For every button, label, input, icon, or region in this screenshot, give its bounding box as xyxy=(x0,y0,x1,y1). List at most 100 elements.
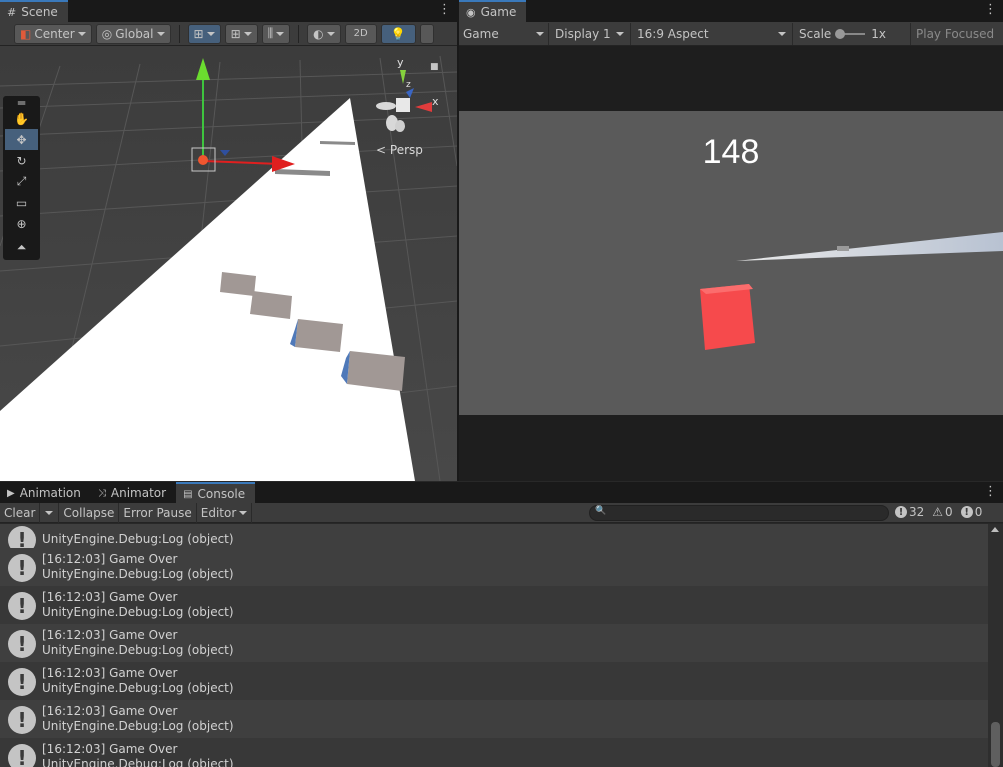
clear-button[interactable]: Clear xyxy=(0,502,41,523)
log-line1: [16:12:03] Game Over xyxy=(42,704,178,718)
log-entry-partial[interactable]: ! UnityEngine.Debug:Log (object) xyxy=(0,524,988,548)
scene-view[interactable]: ═ ✋ ✥ ↻ ⤢ ▭ ⊕ ⏶ y z x ■ < Persp xyxy=(0,46,457,481)
log-line1: [16:12:03] Game Over xyxy=(42,666,178,680)
scroll-up-icon[interactable] xyxy=(991,527,999,532)
info-icon: ! xyxy=(8,592,36,620)
console-scrollbar[interactable] xyxy=(988,524,1003,767)
move-tool-icon[interactable]: ✥ xyxy=(5,129,38,150)
orientation-gizmo[interactable]: y z x ■ xyxy=(370,56,445,138)
tab-animator[interactable]: ⤨ Animator xyxy=(91,482,176,504)
tab-animation-label: Animation xyxy=(19,486,81,500)
globe-icon: ◎ xyxy=(101,26,113,41)
grid-lines-icon: ⫼ xyxy=(267,26,274,40)
log-line1: [16:12:03] Game Over xyxy=(42,552,178,566)
log-line2: UnityEngine.Debug:Log (object) xyxy=(42,532,234,546)
error-count-toggle[interactable]: ! 0 xyxy=(960,505,983,519)
toolbar-separator xyxy=(178,24,180,43)
info-icon: ! xyxy=(8,706,36,734)
view-select[interactable]: Game xyxy=(459,22,549,45)
chevron-down-icon xyxy=(156,31,165,36)
log-entry[interactable]: ! [16:12:03] Game Over UnityEngine.Debug… xyxy=(0,586,988,624)
error-icon: ! xyxy=(960,506,973,518)
console-search-input[interactable]: 🔍 xyxy=(589,505,889,521)
error-count: 0 xyxy=(974,505,983,519)
clear-options-dropdown[interactable] xyxy=(40,502,60,523)
scale-slider[interactable] xyxy=(835,28,866,39)
aspect-select-label: 16:9 Aspect xyxy=(637,26,709,41)
lighting-toggle[interactable]: 💡 xyxy=(380,23,416,44)
chevron-down-icon xyxy=(326,31,335,36)
snap-increment-button[interactable]: ⊞ xyxy=(224,23,258,44)
scale-value: 1x xyxy=(871,26,887,41)
scene-overflow-button[interactable] xyxy=(419,23,434,44)
tab-game[interactable]: ◉ Game xyxy=(459,0,527,22)
chevron-down-icon xyxy=(536,31,544,36)
tab-animation[interactable]: ▶ Animation xyxy=(0,482,91,504)
tab-scene[interactable]: # Scene xyxy=(0,0,68,22)
error-pause-toggle[interactable]: Error Pause xyxy=(119,502,197,523)
animator-icon: ⤨ xyxy=(97,487,106,499)
grid-icon: # xyxy=(7,5,17,19)
scale-slider-handle[interactable] xyxy=(835,28,846,39)
game-canvas[interactable]: 148 xyxy=(459,111,1003,415)
rotate-tool-icon[interactable]: ↻ xyxy=(5,150,38,171)
play-mode-button[interactable]: Play Focused xyxy=(911,23,999,45)
tab-animator-label: Animator xyxy=(110,486,167,500)
warning-icon: ⚠ xyxy=(932,505,944,519)
scene-menu-icon[interactable]: ⋮ xyxy=(438,3,451,17)
mode-2d-label: 2D xyxy=(353,28,368,39)
transform-tool-icon[interactable]: ⊕ xyxy=(5,213,38,234)
sphere-icon: ◐ xyxy=(313,26,324,41)
game-menu-icon[interactable]: ⋮ xyxy=(984,3,997,17)
editor-dropdown[interactable]: Editor xyxy=(197,502,253,523)
pivot-icon: ◧ xyxy=(20,26,32,41)
scale-control: Scale 1x xyxy=(793,22,911,45)
tab-console[interactable]: ▤ Console xyxy=(176,482,256,504)
log-entry[interactable]: ! [16:12:03] Game Over UnityEngine.Debug… xyxy=(0,738,988,767)
console-menu-icon[interactable]: ⋮ xyxy=(984,485,997,499)
lock-icon[interactable]: ■ xyxy=(430,62,439,72)
info-icon: ! xyxy=(8,630,36,658)
error-pause-label: Error Pause xyxy=(123,505,192,520)
warning-count-toggle[interactable]: ⚠ 0 xyxy=(932,505,952,519)
scrollbar-thumb[interactable] xyxy=(991,722,1000,767)
persp-toggle[interactable]: < Persp xyxy=(376,143,423,157)
custom-tool-icon[interactable]: ⏶ xyxy=(5,237,38,258)
pivot-dropdown[interactable]: ◧ Center xyxy=(14,23,92,44)
space-dropdown[interactable]: ◎ Global xyxy=(95,23,171,44)
log-entry[interactable]: ! [16:12:03] Game Over UnityEngine.Debug… xyxy=(0,662,988,700)
aspect-select[interactable]: 16:9 Aspect xyxy=(631,22,793,45)
log-entry[interactable]: ! [16:12:03] Game Over UnityEngine.Debug… xyxy=(0,700,988,738)
rect-tool-icon[interactable]: ▭ xyxy=(5,192,38,213)
game-scene xyxy=(700,232,1003,350)
console-log-list[interactable]: ! UnityEngine.Debug:Log (object) ! [16:1… xyxy=(0,524,988,767)
mode-2d-button[interactable]: 2D xyxy=(344,23,377,44)
lightbulb-icon: 💡 xyxy=(390,26,406,41)
game-tabbar: ◉ Game ⋮ xyxy=(459,0,1003,22)
log-line2: UnityEngine.Debug:Log (object) xyxy=(42,643,234,657)
view-select-label: Game xyxy=(463,26,499,41)
scene-toolbar: ◧ Center ◎ Global ⊞ ⊞ ⫼ ◐ 2D 💡 xyxy=(0,22,457,46)
display-select[interactable]: Display 1 xyxy=(549,22,631,45)
chevron-down-icon xyxy=(45,510,54,515)
log-count-toggle[interactable]: ! 32 xyxy=(895,505,924,519)
shading-mode-button[interactable]: ◐ xyxy=(307,23,341,44)
tool-palette-handle[interactable]: ═ xyxy=(5,96,38,110)
log-entry[interactable]: ! [16:12:03] Game Over UnityEngine.Debug… xyxy=(0,548,988,586)
log-entry[interactable]: ! [16:12:03] Game Over UnityEngine.Debug… xyxy=(0,624,988,662)
scale-tool-icon[interactable]: ⤢ xyxy=(5,171,38,192)
log-line2: UnityEngine.Debug:Log (object) xyxy=(42,757,234,767)
info-icon: ! xyxy=(8,668,36,696)
hand-tool-icon[interactable]: ✋ xyxy=(5,108,38,129)
snap-increment-icon: ⊞ xyxy=(230,26,241,41)
chevron-down-icon xyxy=(239,510,248,515)
axis-cones-icon xyxy=(376,70,432,132)
info-icon: ! xyxy=(895,506,907,518)
grid-snap-button[interactable]: ⊞ xyxy=(187,23,221,44)
distant-obstacle xyxy=(837,246,849,251)
track-in-distance xyxy=(736,232,1003,261)
grid-visibility-button[interactable]: ⫼ xyxy=(261,23,291,44)
grid-snap-icon: ⊞ xyxy=(193,26,204,41)
scene-tabbar: # Scene ⋮ xyxy=(0,0,457,22)
collapse-toggle[interactable]: Collapse xyxy=(59,502,120,523)
